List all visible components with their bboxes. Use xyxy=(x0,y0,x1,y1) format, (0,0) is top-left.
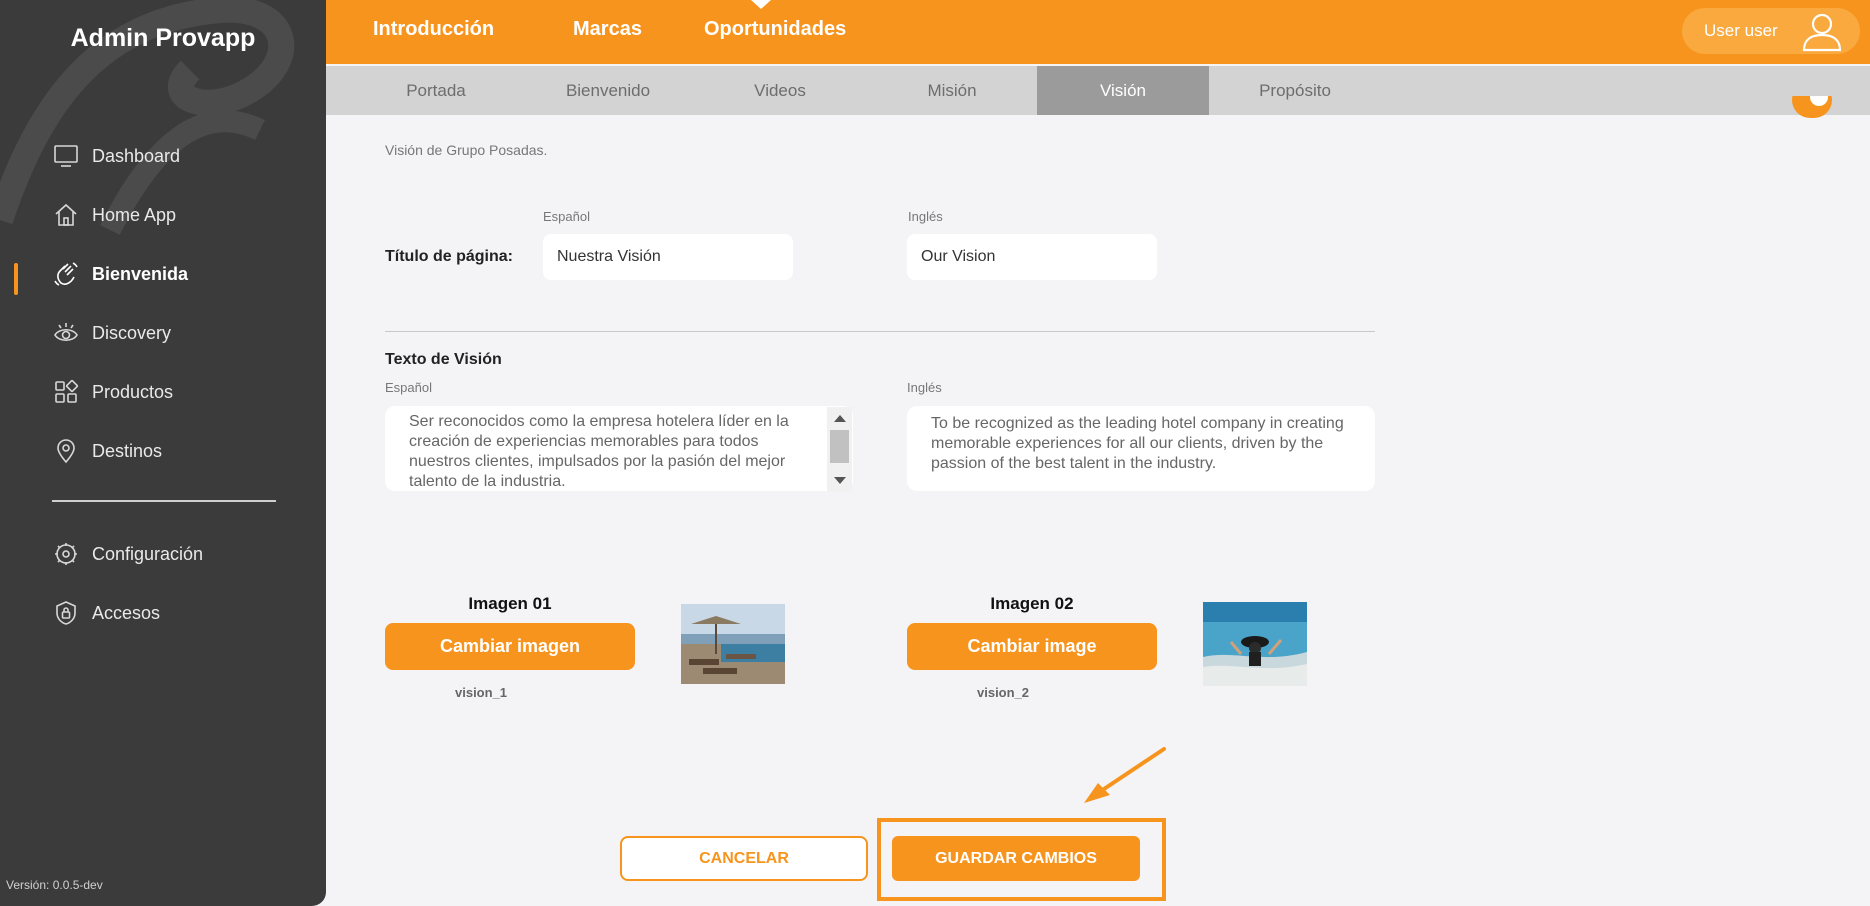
sidebar-item-home-app[interactable]: Home App xyxy=(52,195,176,235)
tab-oportunidades[interactable]: Oportunidades xyxy=(704,18,846,41)
cancel-button[interactable]: CANCELAR xyxy=(620,836,868,881)
image-01-preview[interactable] xyxy=(681,604,785,684)
image-01-title: Imagen 01 xyxy=(468,594,552,613)
vision-text-es-label: Español xyxy=(385,380,432,395)
shield-lock-icon xyxy=(52,599,80,627)
change-image-02-button[interactable]: Cambiar image xyxy=(907,623,1157,670)
sidebar-item-label: Bienvenida xyxy=(92,263,189,284)
textarea-scrollbar[interactable] xyxy=(827,407,852,492)
wave-hand-icon xyxy=(52,260,80,288)
monitor-icon xyxy=(52,142,80,170)
section-subtabs: Portada Bienvenido Videos Misión Visión … xyxy=(326,66,1870,115)
sidebar-item-label: Configuración xyxy=(92,543,204,564)
section-divider xyxy=(385,331,1375,332)
top-navigation: Introducción Marcas Oportunidades User u… xyxy=(326,0,1870,64)
tab-introduccion[interactable]: Introducción xyxy=(373,18,494,41)
active-tab-pointer xyxy=(751,0,771,9)
subtab-bienvenido[interactable]: Bienvenido xyxy=(522,66,694,115)
vision-text-en-textarea[interactable]: To be recognized as the leading hotel co… xyxy=(907,406,1375,491)
save-highlight-box xyxy=(877,818,1166,901)
annotation-arrow-icon xyxy=(1084,747,1166,803)
active-indicator xyxy=(14,263,18,295)
scroll-up-icon[interactable] xyxy=(834,415,846,422)
tab-marcas[interactable]: Marcas xyxy=(573,18,642,41)
sidebar-item-destinos[interactable]: Destinos xyxy=(52,431,162,471)
image-01-filename: vision_1 xyxy=(455,685,508,700)
gear-icon xyxy=(52,540,80,568)
vision-text-label: Texto de Visión xyxy=(385,351,502,368)
sidebar-item-label: Discovery xyxy=(92,322,172,343)
user-icon xyxy=(1802,13,1842,52)
user-menu-button[interactable]: User user xyxy=(1682,8,1860,54)
scroll-down-icon[interactable] xyxy=(834,477,846,484)
sidebar-item-label: Home App xyxy=(92,204,177,225)
sidebar-item-productos[interactable]: Productos xyxy=(52,372,173,412)
vision-text-en-label: Inglés xyxy=(907,380,942,395)
user-name: User user xyxy=(1704,21,1778,40)
app-title: Admin Provapp xyxy=(70,24,256,52)
sidebar-item-label: Dashboard xyxy=(92,145,181,166)
sidebar-item-accesos[interactable]: Accesos xyxy=(52,593,160,633)
sidebar-item-configuracion[interactable]: Configuración xyxy=(52,534,203,574)
sidebar-divider xyxy=(52,500,276,502)
subtab-mision[interactable]: Misión xyxy=(866,66,1038,115)
grid-icon xyxy=(52,378,80,406)
eye-icon xyxy=(52,319,80,347)
home-icon xyxy=(52,201,80,229)
vision-text-es-textarea[interactable]: Ser reconocidos como la empresa hotelera… xyxy=(385,406,853,491)
sidebar-item-bienvenida[interactable]: Bienvenida xyxy=(52,254,188,294)
sidebar-item-dashboard[interactable]: Dashboard xyxy=(52,136,180,176)
section-description: Visión de Grupo Posadas. xyxy=(385,142,548,158)
sidebar-item-label: Destinos xyxy=(92,440,163,461)
page-title-es-input[interactable]: Nuestra Visión xyxy=(543,234,793,280)
page-title-es-label: Español xyxy=(543,209,590,224)
sidebar-item-label: Productos xyxy=(92,381,174,402)
page-title-label: Título de página: xyxy=(385,248,513,265)
sidebar-item-label: Accesos xyxy=(92,602,161,623)
subtab-videos[interactable]: Videos xyxy=(694,66,866,115)
image-02-title: Imagen 02 xyxy=(990,594,1074,613)
page-title-en-label: Inglés xyxy=(908,209,943,224)
scroll-thumb[interactable] xyxy=(830,430,849,463)
image-02-filename: vision_2 xyxy=(977,685,1030,700)
page-title-en-input[interactable]: Our Vision xyxy=(907,234,1157,280)
vision-text-en-value: To be recognized as the leading hotel co… xyxy=(931,415,1344,472)
change-image-01-button[interactable]: Cambiar imagen xyxy=(385,623,635,670)
location-pin-icon xyxy=(52,437,80,465)
subtab-proposito[interactable]: Propósito xyxy=(1209,66,1381,115)
image-02-preview[interactable] xyxy=(1203,602,1307,686)
subtab-vision[interactable]: Visión xyxy=(1037,66,1209,115)
publish-toggle[interactable] xyxy=(1788,96,1836,122)
sidebar-item-discovery[interactable]: Discovery xyxy=(52,313,171,353)
subtab-portada[interactable]: Portada xyxy=(350,66,522,115)
vision-text-es-value: Ser reconocidos como la empresa hotelera… xyxy=(409,413,789,490)
app-version: Versión: 0.0.5-dev xyxy=(6,878,103,892)
sidebar: Admin Provapp Dashboard Home App Bienven… xyxy=(0,0,326,906)
